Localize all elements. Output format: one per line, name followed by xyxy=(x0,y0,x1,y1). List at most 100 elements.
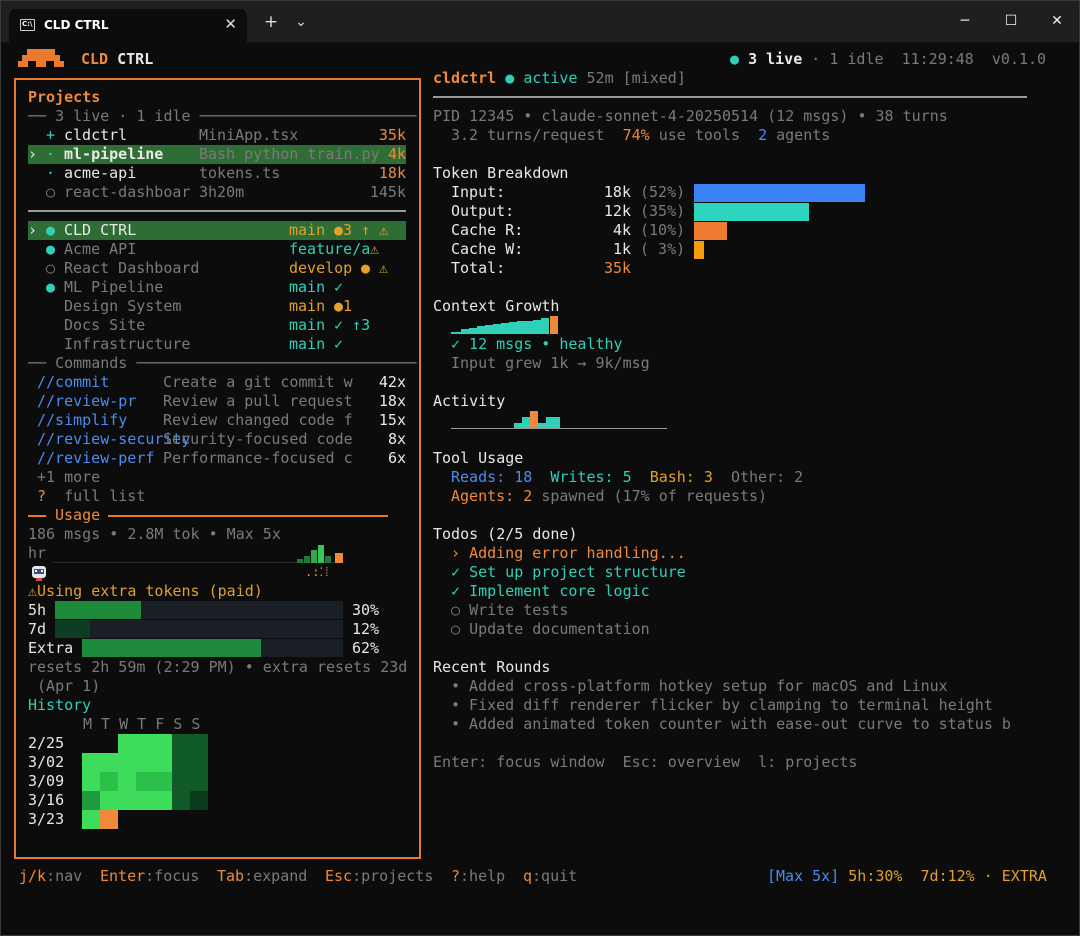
usage-bar-track xyxy=(55,601,343,619)
history-cell xyxy=(172,772,190,791)
repo-row[interactable]: › ● CLD CTRL main ●3 ↑ ⚠ xyxy=(28,221,406,240)
history-cell xyxy=(118,734,136,753)
todo-text: Adding error handling... xyxy=(469,544,686,562)
footer-key-label: :expand xyxy=(244,867,308,885)
repo-status-dot xyxy=(46,297,55,316)
selection-marker xyxy=(28,183,37,202)
command-row[interactable]: //commit Create a git commit w 42x xyxy=(28,373,406,392)
session-row[interactable]: › · ml-pipeline Bash python train.py 4k xyxy=(28,145,406,164)
history-title: History xyxy=(28,696,92,714)
session-header: cldctrl ● active 52m [mixed] xyxy=(433,69,686,87)
repo-row[interactable]: Design System main ●1 xyxy=(28,297,406,316)
command-count: 6x xyxy=(387,449,406,467)
history-cell xyxy=(190,734,208,753)
live-summary: ── 3 live · 1 idle ─────────────────────… xyxy=(28,107,417,125)
selection-marker xyxy=(28,297,37,316)
usage-bar-fill xyxy=(55,601,142,619)
token-value: 18k xyxy=(603,183,631,201)
footer-key-label: :quit xyxy=(532,867,578,885)
recent-rounds-title: Recent Rounds xyxy=(433,658,551,676)
minimize-button[interactable]: ─ xyxy=(942,7,988,35)
session-task: tokens.ts xyxy=(199,164,281,182)
history-cell xyxy=(118,753,136,772)
usage-bar-percent: 12% xyxy=(352,620,380,638)
command-name: //review-perf xyxy=(37,449,155,467)
close-tab-icon[interactable]: ✕ xyxy=(224,15,237,33)
command-row[interactable]: //review-pr Review a pull request 18x xyxy=(28,392,406,411)
repo-name: Docs Site xyxy=(64,316,146,334)
full-list-link[interactable]: ? full list xyxy=(37,487,145,506)
tab-cld-ctrl[interactable]: C:\ CLD CTRL ✕ xyxy=(9,9,247,42)
token-percent: (10%) xyxy=(640,221,686,239)
selection-marker xyxy=(28,126,37,145)
tool-usage-counts: Reads: 18 Writes: 5 Bash: 3 Other: 2 xyxy=(451,468,804,486)
history-cell xyxy=(100,753,118,772)
session-row[interactable]: ○ react-dashboar 3h20m 145k xyxy=(28,183,406,202)
command-count: 18x xyxy=(378,392,406,410)
todo-item: ✓ Set up project structure xyxy=(451,563,686,582)
footer-key-hint[interactable]: Tab:expand xyxy=(217,867,307,886)
footer-usage: [Max 5x] 5h:30% 7d:12% · EXTRA xyxy=(767,867,1047,885)
repo-row[interactable]: ○ React Dashboard develop ● ⚠ xyxy=(28,259,406,278)
repo-git-status: ✓ xyxy=(334,335,344,353)
total-value: 35k xyxy=(604,259,632,277)
usage-bar-fill xyxy=(82,639,261,657)
close-window-button[interactable]: ✕ xyxy=(1034,7,1080,35)
todo-marker: ✓ xyxy=(451,582,461,600)
logo-icon xyxy=(18,49,64,67)
history-cell xyxy=(100,810,118,829)
usage-bar-percent: 62% xyxy=(352,639,380,657)
history-cell xyxy=(154,734,172,753)
selection-marker xyxy=(28,240,37,259)
command-row[interactable]: //review-security Security-focused code 8x xyxy=(28,430,406,449)
extra-tokens-warning: ⚠Using extra tokens (paid) xyxy=(28,582,263,600)
history-cell xyxy=(172,734,190,753)
footer-key-hint[interactable]: Enter:focus xyxy=(100,867,199,886)
command-row[interactable]: //review-perf Performance-focused c 6x xyxy=(28,449,406,468)
round-item: • Added cross-platform hotkey setup for … xyxy=(451,677,948,695)
usage-summary: 186 msgs • 2.8M tok • Max 5x xyxy=(28,525,281,543)
history-cell xyxy=(190,791,208,810)
todo-marker: ✓ xyxy=(451,563,461,581)
repo-branch: main xyxy=(289,316,326,334)
footer-key-label: :nav xyxy=(46,867,83,885)
maximize-button[interactable]: ☐ xyxy=(988,7,1034,35)
selection-marker xyxy=(28,335,37,354)
repo-git-status: ●3 ↑ ⚠ xyxy=(334,221,389,239)
repo-row[interactable]: Docs Site main ✓ ↑3 xyxy=(28,316,406,335)
footer-key-hint[interactable]: Esc:projects xyxy=(325,867,433,886)
session-row[interactable]: + cldctrl MiniApp.tsx 35k xyxy=(28,126,406,145)
divider xyxy=(108,515,388,517)
command-row[interactable]: //simplify Review changed code f 15x xyxy=(28,411,406,430)
repo-row[interactable]: ● ML Pipeline main ✓ xyxy=(28,278,406,297)
session-row[interactable]: · acme-api tokens.ts 18k xyxy=(28,164,406,183)
repo-status-dot xyxy=(46,316,55,335)
todos-title: Todos (2/5 done) xyxy=(433,525,578,543)
token-percent: (35%) xyxy=(640,202,686,220)
repo-row[interactable]: ● Acme API feature/a ⚠ xyxy=(28,240,406,259)
command-description: Performance-focused c xyxy=(163,449,353,467)
session-status-icon: ○ xyxy=(46,183,56,201)
session-status-icon: · xyxy=(46,145,56,163)
repo-status-dot: ○ xyxy=(46,259,56,277)
usage-hr-label: hr xyxy=(28,544,47,562)
more-commands[interactable]: +1 more xyxy=(37,468,100,487)
token-label: Cache W: xyxy=(451,240,524,258)
context-growth-title: Context Growth xyxy=(433,297,560,315)
commands-header: ── Commands ────────────────────────────… xyxy=(28,354,417,372)
footer-key-label: :help xyxy=(460,867,506,885)
activity-chart xyxy=(451,411,667,429)
todo-marker: › xyxy=(451,544,461,562)
history-cell xyxy=(190,753,208,772)
tab-dropdown-icon[interactable]: ⌄ xyxy=(291,9,311,35)
footer-key-hint[interactable]: j/k:nav xyxy=(19,867,82,886)
key-hint: Enter: focus window Esc: overview l: pro… xyxy=(433,753,858,771)
history-cell xyxy=(136,753,154,772)
command-description: Review changed code f xyxy=(163,411,353,429)
footer-key-hint[interactable]: ?:help xyxy=(451,867,505,886)
footer-key-hint[interactable]: q:quit xyxy=(523,867,577,886)
history-cell xyxy=(82,791,100,810)
new-tab-button[interactable]: + xyxy=(261,9,281,35)
history-cell xyxy=(172,753,190,772)
repo-row[interactable]: Infrastructure main ✓ xyxy=(28,335,406,354)
